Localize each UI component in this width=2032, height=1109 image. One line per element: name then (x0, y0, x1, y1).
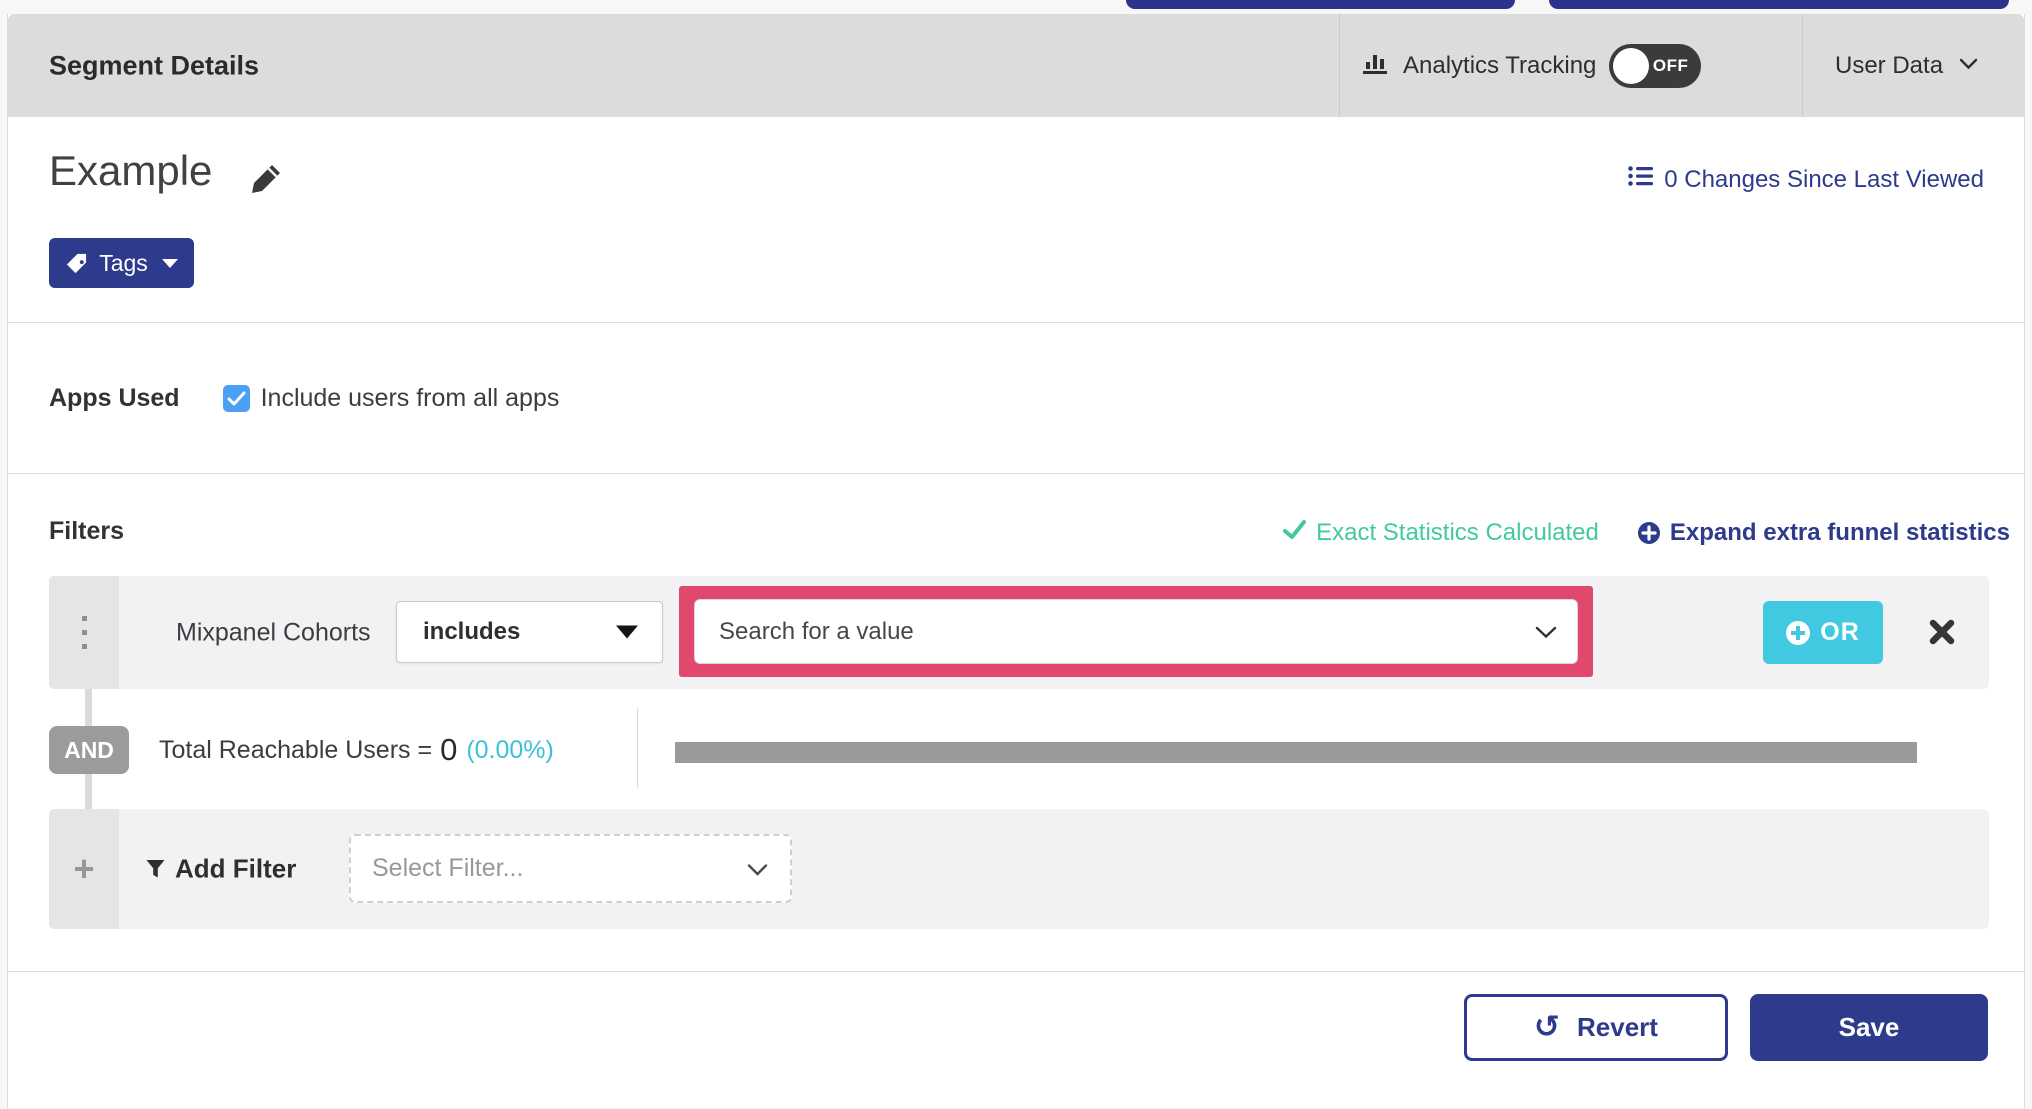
drag-dots-icon (81, 616, 87, 649)
header-bar: Segment Details Analytics Tracking OFF U… (8, 14, 2024, 117)
save-button[interactable]: Save (1750, 994, 1988, 1061)
apps-used-heading: Apps Used (49, 383, 180, 412)
close-icon (1929, 619, 1955, 645)
tags-button-label: Tags (99, 249, 148, 276)
select-filter-dropdown[interactable]: Select Filter... (349, 834, 792, 903)
total-reachable-users: Total Reachable Users = 0 (0.00%) (159, 732, 554, 768)
and-badge: AND (49, 726, 129, 774)
expand-funnel-statistics-label: Expand extra funnel statistics (1669, 519, 2010, 546)
user-data-label: User Data (1835, 51, 1944, 79)
apps-used-section: Apps Used Include users from all apps (8, 323, 2024, 474)
exact-statistics-status: Exact Statistics Calculated (1283, 519, 1599, 547)
chevron-down-icon (1535, 618, 1557, 646)
highlight-annotation: Search for a value (679, 586, 1593, 677)
changes-since-last-viewed-link[interactable]: 0 Changes Since Last Viewed (1628, 165, 1984, 194)
remove-filter-button[interactable] (1928, 618, 1956, 651)
or-button-label: OR (1820, 618, 1860, 646)
bar-chart-icon (1360, 48, 1390, 83)
segment-name: Example (49, 147, 213, 194)
list-icon (1628, 165, 1654, 194)
add-filter-row: + Add Filter Select Filter... (49, 809, 1989, 929)
analytics-tracking-toggle[interactable]: OFF (1609, 43, 1702, 88)
vertical-divider (637, 708, 638, 788)
include-all-apps-checkbox[interactable] (222, 384, 250, 412)
changes-link-label: 0 Changes Since Last Viewed (1664, 165, 1984, 193)
reachable-percent: (0.00%) (466, 735, 554, 764)
caret-down-icon (616, 625, 638, 639)
page-title: Segment Details (49, 50, 260, 80)
analytics-tracking-label: Analytics Tracking (1403, 51, 1597, 79)
header-divider (1802, 14, 1803, 117)
value-search-select[interactable]: Search for a value (694, 599, 1578, 664)
title-section: Example 0 Changes Since Last Viewed Tags (8, 117, 2024, 323)
expand-funnel-statistics-link[interactable]: Expand extra funnel statistics (1637, 519, 2010, 547)
chevron-down-icon (1959, 57, 1978, 75)
check-icon (227, 391, 246, 405)
drag-handle[interactable] (49, 576, 119, 689)
header-divider (1339, 14, 1340, 117)
plus-circle-icon (1637, 521, 1661, 545)
tag-icon (65, 252, 88, 275)
select-filter-placeholder: Select Filter... (372, 854, 524, 882)
undo-icon: ↺ (1534, 1009, 1561, 1045)
segment-details-card: Segment Details Analytics Tracking OFF U… (7, 14, 2025, 1108)
toggle-state-label: OFF (1652, 55, 1689, 75)
filter-field-label: Mixpanel Cohorts (176, 618, 371, 646)
chevron-down-icon (747, 854, 768, 883)
filter-row: Mixpanel Cohorts includes Search for a v… (49, 576, 1989, 689)
filters-section: Filters Exact Statistics Calculated Expa… (8, 474, 2024, 972)
plus-circle-icon (1786, 620, 1811, 645)
include-all-apps-label: Include users from all apps (260, 383, 560, 412)
revert-button[interactable]: ↺ Revert (1464, 994, 1728, 1061)
plus-icon: + (73, 848, 95, 889)
value-select-placeholder: Search for a value (719, 617, 914, 645)
edit-pencil-icon[interactable] (248, 161, 284, 202)
toggle-knob (1613, 47, 1650, 84)
reachable-progress-bar (675, 742, 1917, 763)
funnel-icon (145, 859, 166, 880)
reachable-label: Total Reachable Users = (159, 735, 433, 764)
user-data-dropdown[interactable]: User Data (1835, 14, 1978, 117)
reachable-value: 0 (440, 732, 458, 767)
cutoff-button-right[interactable] (1549, 0, 2009, 9)
add-or-condition-button[interactable]: OR (1763, 601, 1883, 664)
operator-value: includes (423, 618, 521, 645)
revert-button-label: Revert (1577, 1012, 1658, 1042)
add-filter-label: Add Filter (175, 853, 297, 884)
check-icon (1283, 519, 1307, 547)
footer-actions: ↺ Revert Save (8, 972, 2024, 1109)
add-filter-plus-handle: + (49, 809, 119, 929)
operator-select[interactable]: includes (396, 601, 663, 663)
cutoff-button-left[interactable] (1126, 0, 1515, 9)
exact-statistics-label: Exact Statistics Calculated (1316, 519, 1599, 546)
add-filter-label-group: Add Filter (145, 854, 296, 885)
analytics-tracking-control: Analytics Tracking OFF (1360, 14, 1702, 117)
tags-button[interactable]: Tags (49, 238, 194, 288)
caret-down-icon (161, 258, 178, 268)
filters-status-bar: Exact Statistics Calculated Expand extra… (1283, 519, 2010, 547)
filters-heading: Filters (49, 517, 125, 545)
